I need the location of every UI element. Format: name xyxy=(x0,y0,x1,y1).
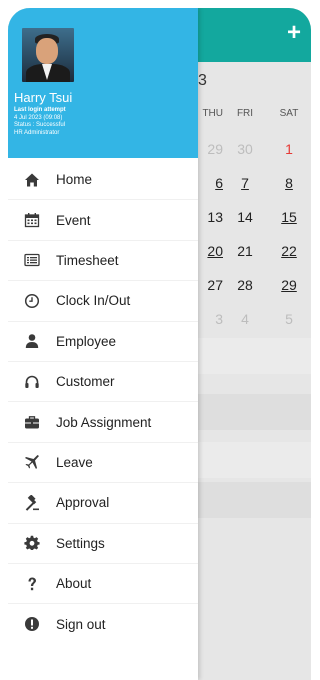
calendar-grid: THU FRI SAT 29 30 1 6 7 8 13 14 15 20 21 22 27 28 29 3 4… xyxy=(198,106,311,336)
add-button[interactable]: + xyxy=(283,21,305,45)
menu-item-label: Timesheet xyxy=(56,252,119,268)
menu-item-sign-out[interactable]: Sign out xyxy=(8,604,198,644)
menu-item-label: Job Assignment xyxy=(56,414,152,430)
calendar-week-row: 678 xyxy=(198,166,311,200)
list-band xyxy=(198,394,311,430)
calendar-day[interactable]: 15 xyxy=(267,209,311,225)
list-band xyxy=(198,338,311,374)
question-icon xyxy=(24,576,40,592)
login-status: Status : Successful xyxy=(14,122,66,128)
calendar-week-row: 29 30 1 xyxy=(198,132,311,166)
calendar-week-row: 20 21 22 xyxy=(198,234,311,268)
calendar-week-row: 27 28 29 xyxy=(198,268,311,302)
menu-item-label: Leave xyxy=(56,454,93,470)
calendar-day[interactable]: 29 xyxy=(267,277,311,293)
list-band xyxy=(198,482,311,518)
calendar-day[interactable]: 14 xyxy=(223,209,267,225)
calendar-day[interactable]: 29 xyxy=(198,141,223,157)
last-login-time: 4 Jul 2023 (09:08) xyxy=(14,114,63,121)
menu-item-label: Home xyxy=(56,172,93,188)
home-icon xyxy=(24,172,40,188)
calendar-icon xyxy=(24,212,40,228)
menu-item-label: Sign out xyxy=(56,616,106,632)
calendar-day[interactable]: 6 xyxy=(198,175,223,191)
clock-icon xyxy=(24,293,40,309)
calendar-day[interactable]: 20 xyxy=(198,243,223,259)
gavel-icon xyxy=(24,494,40,511)
menu-item-about[interactable]: About xyxy=(8,564,198,605)
calendar-day[interactable]: 21 xyxy=(223,243,267,259)
alert-icon xyxy=(24,616,40,632)
menu-item-label: Event xyxy=(56,212,91,228)
gear-icon xyxy=(24,535,40,551)
menu-item-timesheet[interactable]: Timesheet xyxy=(8,241,198,282)
list-band xyxy=(198,442,311,478)
menu-item-job-assignment[interactable]: Job Assignment xyxy=(8,402,198,443)
person-icon xyxy=(24,333,40,349)
menu-item-customer[interactable]: Customer xyxy=(8,362,198,403)
calendar-day[interactable]: 7 xyxy=(223,175,267,191)
menu-item-home[interactable]: Home xyxy=(8,160,198,201)
airplane-icon xyxy=(24,454,40,470)
calendar-day[interactable]: 1 xyxy=(267,141,311,157)
calendar-day[interactable]: 30 xyxy=(223,141,267,157)
calendar-day[interactable]: 22 xyxy=(267,243,311,259)
weekday-header: THU xyxy=(202,107,223,119)
app-screen: + 3 THU FRI SAT 29 30 1 6 7 8 13 14 15 20 21 22 27 28… xyxy=(8,8,311,680)
timesheet-icon xyxy=(24,252,40,268)
menu-item-clock-in-out[interactable]: Clock In/Out xyxy=(8,281,198,322)
weekday-header: SAT xyxy=(279,107,299,119)
user-meta: Last login attempt 4 Jul 2023 (09:08) St… xyxy=(14,107,66,137)
calendar-day[interactable]: 13 xyxy=(198,209,223,225)
menu-item-label: Employee xyxy=(56,333,117,349)
menu-item-settings[interactable]: Settings xyxy=(8,524,198,564)
calendar-week-row: 13 14 15 xyxy=(198,200,311,234)
calendar-header-row: THU FRI SAT xyxy=(198,106,311,120)
drawer-menu: Home Event Timesheet Clock In/Out Employee Cu… xyxy=(8,160,198,645)
user-role: HR Administrator xyxy=(14,129,60,136)
last-login-label: Last login attempt xyxy=(14,107,66,113)
briefcase-icon xyxy=(24,414,40,430)
calendar-body: 29 30 1 6 7 8 13 14 15 20 21 22 27 28 29 3 4 5 xyxy=(198,132,311,336)
menu-item-label: Clock In/Out xyxy=(56,293,131,309)
calendar-day[interactable]: 27 xyxy=(198,277,223,293)
menu-item-label: Settings xyxy=(56,535,105,551)
navigation-drawer: Harry Tsui Last login attempt 4 Jul 2023… xyxy=(8,8,198,680)
calendar-week-row: 345 xyxy=(198,302,311,336)
menu-item-label: About xyxy=(56,576,92,592)
user-name: Harry Tsui xyxy=(14,90,73,105)
month-title: 3 xyxy=(198,72,207,89)
calendar-day[interactable]: 28 xyxy=(223,277,267,293)
menu-item-event[interactable]: Event xyxy=(8,200,198,241)
drawer-header: Harry Tsui Last login attempt 4 Jul 2023… xyxy=(8,8,198,158)
calendar-day[interactable]: 3 xyxy=(198,311,223,327)
menu-item-label: Customer xyxy=(56,374,115,390)
calendar-day[interactable]: 8 xyxy=(267,175,311,191)
avatar[interactable] xyxy=(22,28,74,82)
headset-icon xyxy=(24,374,40,390)
menu-item-leave[interactable]: Leave xyxy=(8,443,198,484)
menu-item-label: Approval xyxy=(56,495,110,511)
calendar-day[interactable]: 5 xyxy=(267,311,311,327)
menu-item-approval[interactable]: Approval xyxy=(8,483,198,524)
weekday-header: FRI xyxy=(236,107,254,119)
menu-item-employee[interactable]: Employee xyxy=(8,322,198,362)
calendar-day[interactable]: 4 xyxy=(223,311,267,327)
